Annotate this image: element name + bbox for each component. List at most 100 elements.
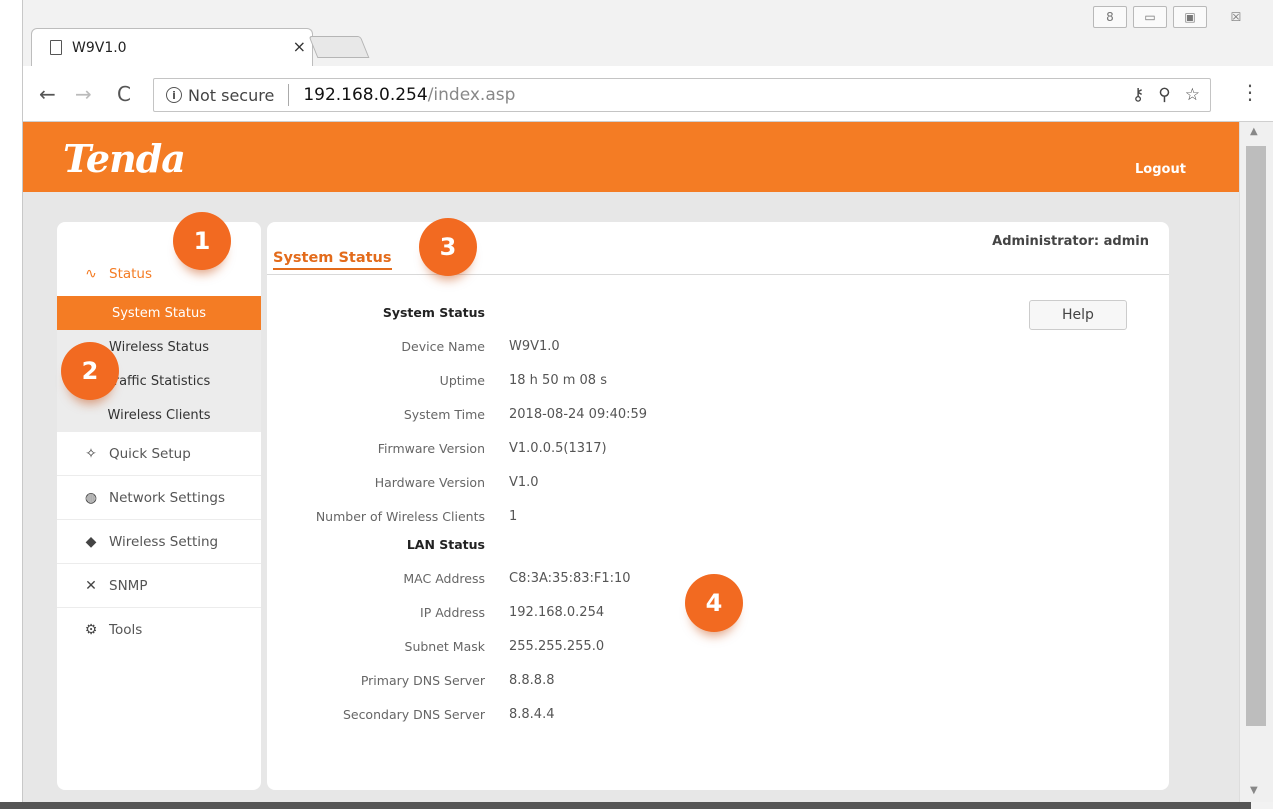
window-controls: 8 ▭ ▣ ☒ bbox=[1093, 6, 1259, 28]
field-label: Device Name bbox=[401, 338, 485, 354]
browser-tab[interactable]: W9V1.0 × bbox=[31, 28, 313, 66]
info-row: Subnet Mask 255.255.255.0 bbox=[267, 636, 605, 656]
field-label: System Time bbox=[403, 406, 485, 422]
field-label: Secondary DNS Server bbox=[342, 706, 485, 722]
logout-link[interactable]: Logout bbox=[1135, 162, 1186, 177]
scroll-thumb[interactable] bbox=[1246, 146, 1266, 726]
callout-badge-1: 1 bbox=[173, 212, 231, 270]
tenda-logo: Tenda bbox=[63, 136, 186, 181]
administrator-label: Administrator: admin bbox=[992, 234, 1149, 249]
address-separator bbox=[288, 84, 290, 106]
sidebar: ∿ Status System Status Wireless Status T… bbox=[57, 222, 261, 790]
sidebar-sub-system-status[interactable]: System Status bbox=[57, 296, 261, 330]
field-value: 2018-08-24 09:40:59 bbox=[509, 406, 648, 422]
menu-icon[interactable]: ⋮ bbox=[1240, 80, 1260, 104]
field-label: Number of Wireless Clients bbox=[315, 508, 485, 524]
document-icon bbox=[50, 40, 62, 55]
sidebar-sub-wireless-clients[interactable]: Wireless Clients bbox=[57, 398, 261, 432]
tenda-header: Tenda Logout bbox=[23, 122, 1239, 192]
back-icon[interactable]: ← bbox=[39, 82, 56, 106]
sidebar-item-label: Status bbox=[109, 266, 153, 282]
new-tab-button[interactable] bbox=[308, 36, 370, 58]
help-button[interactable]: Help bbox=[1029, 300, 1127, 330]
field-label: IP Address bbox=[420, 604, 485, 620]
page-viewport: Tenda Logout ∿ Status System Status Wire… bbox=[23, 122, 1239, 802]
main-content: System Status Administrator: admin Help … bbox=[267, 222, 1169, 790]
sidebar-item-tools[interactable]: ⚙ Tools bbox=[57, 608, 261, 652]
tab-divider bbox=[267, 274, 1169, 275]
field-value: 255.255.255.0 bbox=[509, 638, 605, 654]
close-window-button[interactable]: ☒ bbox=[1213, 6, 1259, 28]
forward-icon[interactable]: → bbox=[75, 82, 92, 106]
zoom-icon[interactable]: ⚲ bbox=[1158, 85, 1170, 105]
pulse-icon: ∿ bbox=[85, 266, 97, 282]
url-path: /index.asp bbox=[427, 85, 516, 105]
scroll-down-icon[interactable]: ▼ bbox=[1250, 785, 1258, 796]
sidebar-item-label: Tools bbox=[109, 622, 143, 638]
tab-title: W9V1.0 bbox=[72, 39, 127, 56]
section-heading: LAN Status bbox=[406, 536, 485, 552]
sidebar-item-status[interactable]: ∿ Status bbox=[57, 250, 261, 298]
reload-icon[interactable]: C bbox=[117, 82, 131, 106]
sidebar-item-network-settings[interactable]: ◍ Network Settings bbox=[57, 476, 261, 520]
field-value: 8.8.8.8 bbox=[509, 672, 555, 688]
field-value: 18 h 50 m 08 s bbox=[509, 372, 607, 388]
minimize-button[interactable]: ▭ bbox=[1133, 6, 1167, 28]
url-host: 192.168.0.254 bbox=[303, 85, 428, 105]
field-label: Subnet Mask bbox=[404, 638, 485, 654]
quick-setup-icon: ✧ bbox=[85, 445, 97, 462]
address-icons: ⚷ ⚲ ☆ bbox=[1132, 85, 1200, 105]
scroll-up-icon[interactable]: ▲ bbox=[1250, 126, 1258, 137]
field-value: 1 bbox=[509, 508, 518, 524]
field-value: 192.168.0.254 bbox=[509, 604, 605, 620]
info-row: Firmware Version V1.0.0.5(1317) bbox=[267, 438, 607, 458]
tab-system-status[interactable]: System Status bbox=[273, 250, 392, 270]
info-row: System Time 2018-08-24 09:40:59 bbox=[267, 404, 647, 424]
gears-icon: ⚙ bbox=[84, 622, 98, 638]
info-row: Secondary DNS Server 8.8.4.4 bbox=[267, 704, 555, 724]
callout-badge-4: 4 bbox=[685, 574, 743, 632]
info-row: Number of Wireless Clients 1 bbox=[267, 506, 517, 526]
sidebar-item-quick-setup[interactable]: ✧ Quick Setup bbox=[57, 432, 261, 476]
tab-close-icon[interactable]: × bbox=[293, 37, 306, 56]
globe-icon: ◍ bbox=[84, 489, 98, 506]
sidebar-item-label: Quick Setup bbox=[109, 445, 191, 462]
callout-badge-2: 2 bbox=[61, 342, 119, 400]
field-value: V1.0 bbox=[509, 474, 539, 490]
sidebar-item-wireless-setting[interactable]: ◆ Wireless Setting bbox=[57, 520, 261, 564]
browser-window: 8 ▭ ▣ ☒ W9V1.0 × ← → C i Not secure 192.… bbox=[22, 0, 1273, 809]
section-heading-lan-status: LAN Status bbox=[267, 534, 485, 554]
info-row: Hardware Version V1.0 bbox=[267, 472, 539, 492]
info-row: Uptime 18 h 50 m 08 s bbox=[267, 370, 607, 390]
field-value: 8.8.4.4 bbox=[509, 706, 555, 722]
not-secure-label: Not secure bbox=[188, 85, 275, 105]
info-row: Primary DNS Server 8.8.8.8 bbox=[267, 670, 555, 690]
key-icon[interactable]: ⚷ bbox=[1132, 85, 1144, 105]
section-heading-system-status: System Status bbox=[267, 302, 485, 322]
profile-button[interactable]: 8 bbox=[1093, 6, 1127, 28]
field-label: Primary DNS Server bbox=[360, 672, 485, 688]
info-row: MAC Address C8:3A:35:83:F1:10 bbox=[267, 568, 631, 588]
callout-badge-3: 3 bbox=[419, 218, 477, 276]
bottom-edge bbox=[0, 802, 1251, 809]
field-value: V1.0.0.5(1317) bbox=[509, 440, 607, 456]
field-label: Firmware Version bbox=[377, 440, 485, 456]
star-icon[interactable]: ☆ bbox=[1185, 85, 1200, 105]
field-label: MAC Address bbox=[403, 570, 485, 586]
vertical-scrollbar[interactable]: ▲ ▼ bbox=[1239, 122, 1273, 802]
browser-toolbar: ← → C i Not secure 192.168.0.254 /index.… bbox=[23, 66, 1273, 122]
info-icon[interactable]: i bbox=[166, 87, 182, 103]
field-label: Hardware Version bbox=[374, 474, 485, 490]
maximize-button[interactable]: ▣ bbox=[1173, 6, 1207, 28]
info-row: IP Address 192.168.0.254 bbox=[267, 602, 604, 622]
sidebar-item-snmp[interactable]: ✕ SNMP bbox=[57, 564, 261, 608]
sidebar-item-label: SNMP bbox=[109, 577, 148, 594]
field-value: W9V1.0 bbox=[509, 338, 560, 354]
field-value: C8:3A:35:83:F1:10 bbox=[509, 570, 631, 586]
info-row: Device Name W9V1.0 bbox=[267, 336, 560, 356]
address-bar[interactable]: i Not secure 192.168.0.254 /index.asp ⚷ … bbox=[153, 78, 1211, 112]
sidebar-item-label: Network Settings bbox=[109, 489, 226, 506]
section-heading: System Status bbox=[382, 304, 485, 320]
sidebar-item-label: Wireless Setting bbox=[109, 533, 219, 550]
field-label: Uptime bbox=[439, 372, 485, 388]
